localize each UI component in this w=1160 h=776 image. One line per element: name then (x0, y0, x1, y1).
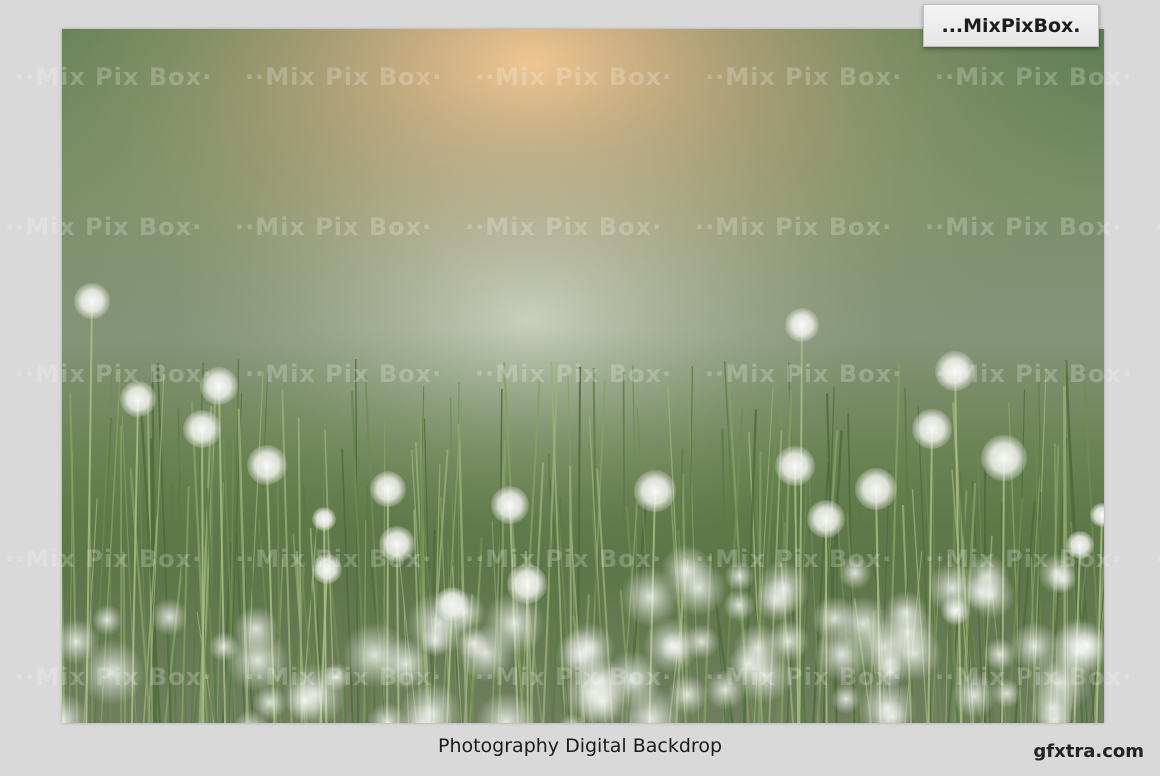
blurred-dandelion (670, 560, 727, 617)
dandelion-head (855, 468, 897, 510)
blurred-dandelion (341, 622, 408, 688)
dandelion-head (775, 446, 815, 486)
blurred-dandelion (830, 683, 861, 714)
blurred-dandelion (965, 569, 1016, 620)
dandelion-head (74, 283, 110, 319)
dandelion-head (785, 308, 819, 342)
dandelion-head (1066, 531, 1094, 559)
watermark-text: ··Mix Pix Box· (1155, 213, 1160, 241)
watermark-text: ··Mix Pix Box· (1155, 545, 1160, 573)
blurred-dandelion (724, 561, 755, 592)
dandelion-head (370, 471, 406, 507)
blurred-dandelion (836, 596, 891, 652)
dandelion-head (379, 526, 415, 562)
dandelion-head (312, 507, 336, 531)
dandelion-head (200, 367, 238, 405)
blurred-dandelion (1071, 630, 1103, 662)
dandelion-head (120, 381, 156, 417)
blurred-dandelion (406, 591, 471, 657)
dandelion-head (912, 409, 952, 449)
dandelion-head (935, 351, 975, 391)
dandelion-stem (201, 428, 205, 723)
blurred-dandelion (1037, 553, 1078, 594)
blurred-dandelion (642, 617, 699, 674)
blurred-dandelion (838, 556, 872, 590)
blurred-dandelion (1009, 621, 1059, 671)
caption: Photography Digital Backdrop (437, 735, 723, 757)
dandelion-head (312, 554, 342, 584)
dandelion-head (634, 470, 676, 512)
blurred-dandelion (208, 631, 239, 662)
blurred-dandelion (562, 622, 616, 675)
blurred-dandelion (756, 561, 811, 616)
blurred-dandelion (285, 680, 325, 721)
dandelion-field-photo (62, 29, 1104, 723)
dandelion-head (491, 486, 529, 524)
blurred-dandelion (150, 598, 189, 636)
blurred-dandelion (79, 640, 145, 706)
blurred-dandelion (941, 598, 970, 627)
brand-badge: ...MixPixBox. (923, 4, 1099, 47)
photo-illustration (62, 29, 1104, 723)
dandelion-head (247, 445, 287, 485)
site-watermark: gfxtra.com (1033, 741, 1144, 762)
blurred-dandelion (233, 606, 279, 652)
blurred-dandelion (252, 685, 287, 720)
blurred-dandelion (951, 672, 998, 719)
dandelion-head (981, 435, 1027, 481)
blurred-dandelion (727, 643, 769, 685)
dandelion-head (807, 500, 845, 538)
blurred-dandelion (722, 589, 756, 622)
dandelion-head (183, 410, 221, 448)
dandelion-stem (386, 488, 389, 723)
